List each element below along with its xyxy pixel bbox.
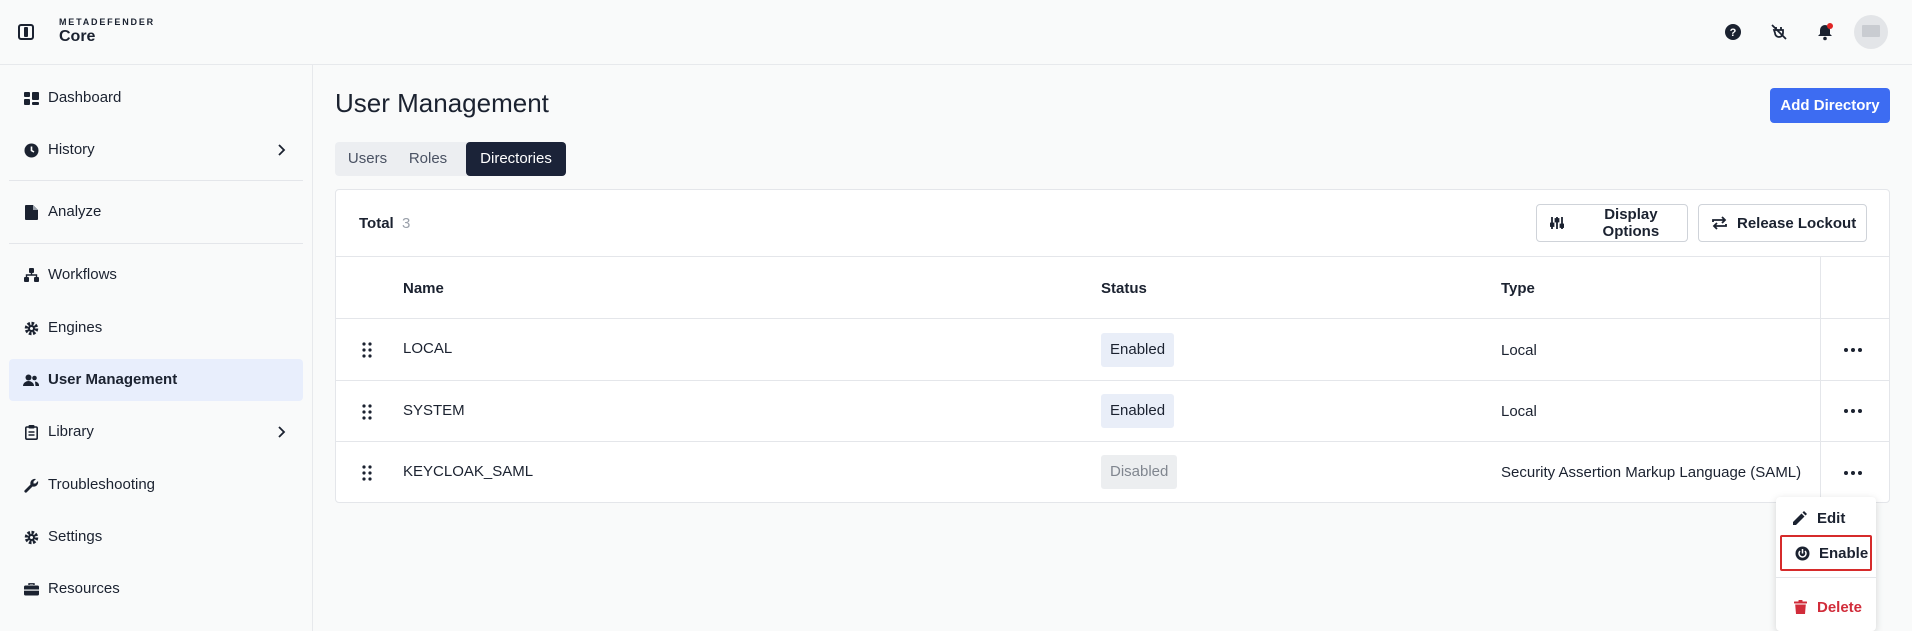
clock-icon [23, 142, 39, 158]
brand-label: METADEFENDER [59, 17, 155, 27]
sidebar-item-analyze[interactable]: Analyze [9, 191, 303, 233]
sidebar-item-label: Analyze [48, 203, 102, 220]
top-bar: METADEFENDER Core ? [0, 0, 1912, 65]
plug-off-icon[interactable] [1769, 22, 1789, 42]
release-lockout-label: Release Lockout [1737, 214, 1857, 232]
sidebar-item-label: User Management [48, 371, 178, 388]
sidebar: Dashboard History Analyze Workflows Engi… [0, 65, 313, 631]
column-header-name[interactable]: Name [403, 280, 444, 297]
sliders-icon [1549, 215, 1565, 231]
more-options-icon[interactable] [1842, 403, 1864, 419]
tab-bar: Users Roles Directories [335, 142, 566, 176]
users-icon [23, 372, 39, 388]
row-divider [336, 318, 1889, 319]
chevron-right-icon [273, 142, 289, 158]
edit-menu-item[interactable]: Edit [1780, 500, 1872, 536]
total-count: 3 [402, 215, 411, 232]
status-badge: Disabled [1101, 455, 1178, 489]
tab-directories[interactable]: Directories [466, 142, 566, 176]
sidebar-item-user-management[interactable]: User Management [9, 359, 303, 401]
brand-name: Core [59, 28, 96, 45]
sidebar-toggle-icon[interactable] [18, 24, 34, 40]
page-title: User Management [335, 88, 549, 118]
directory-name: SYSTEM [403, 402, 465, 419]
tab-roles[interactable]: Roles [400, 142, 456, 176]
wrench-icon [23, 477, 39, 493]
edit-label: Edit [1817, 509, 1846, 527]
help-icon[interactable]: ? [1723, 22, 1743, 42]
display-options-label: Display Options [1602, 206, 1660, 240]
sidebar-divider [9, 180, 303, 181]
column-header-status[interactable]: Status [1101, 280, 1147, 297]
trash-icon [1792, 599, 1808, 615]
directory-type: Local [1501, 403, 1537, 420]
directory-name: KEYCLOAK_SAML [403, 463, 534, 480]
status-badge: Enabled [1101, 333, 1175, 367]
row-divider [336, 256, 1889, 257]
sidebar-item-workflows[interactable]: Workflows [9, 254, 303, 296]
dashboard-icon [23, 90, 39, 106]
drag-handle-icon[interactable] [362, 342, 372, 358]
sidebar-item-label: Library [48, 423, 94, 440]
drag-handle-icon[interactable] [362, 404, 372, 420]
status-badge: Enabled [1101, 394, 1175, 428]
sidebar-item-label: Workflows [48, 266, 117, 283]
menu-divider [1776, 577, 1876, 578]
sidebar-item-history[interactable]: History [9, 129, 303, 171]
more-options-icon[interactable] [1842, 342, 1864, 358]
release-lockout-button[interactable]: Release Lockout [1698, 204, 1867, 242]
enable-menu-item[interactable]: Enable [1780, 535, 1872, 571]
directory-type: Security Assertion Markup Language (SAML… [1501, 464, 1802, 481]
display-options-button[interactable]: Display Options [1536, 204, 1688, 242]
total-label: Total [359, 215, 394, 232]
pencil-icon [1792, 510, 1808, 526]
directories-table-card: Total 3 Display Options Release Lockout … [335, 189, 1890, 503]
sidebar-item-dashboard[interactable]: Dashboard [9, 77, 303, 119]
toolbox-icon [23, 581, 39, 597]
directory-name: LOCAL [403, 340, 453, 357]
clipboard-icon [23, 424, 39, 440]
more-options-icon[interactable] [1842, 465, 1864, 481]
file-icon [23, 204, 39, 220]
enable-label: Enable [1819, 544, 1869, 562]
sidebar-divider [9, 243, 303, 244]
sidebar-item-settings[interactable]: Settings [9, 516, 303, 558]
tab-users[interactable]: Users [335, 142, 400, 176]
row-context-menu: Edit Enable Delete [1776, 497, 1876, 631]
column-header-type[interactable]: Type [1501, 280, 1535, 297]
sidebar-item-label: Resources [48, 580, 120, 597]
gear-icon [23, 320, 39, 336]
sidebar-item-label: Settings [48, 528, 103, 545]
sidebar-item-resources[interactable]: Resources [9, 568, 303, 610]
delete-label: Delete [1817, 598, 1863, 616]
chevron-right-icon [273, 424, 289, 440]
svg-text:?: ? [1730, 27, 1737, 39]
sidebar-item-label: History [48, 141, 95, 158]
cog-icon [23, 529, 39, 545]
sidebar-item-engines[interactable]: Engines [9, 307, 303, 349]
bell-icon[interactable] [1815, 22, 1835, 42]
sidebar-item-label: Dashboard [48, 89, 122, 106]
drag-handle-icon[interactable] [362, 465, 372, 481]
power-icon [1794, 545, 1810, 561]
sidebar-item-label: Troubleshooting [48, 476, 156, 493]
row-divider [336, 380, 1889, 381]
workflow-icon [23, 267, 39, 283]
sidebar-item-library[interactable]: Library [9, 411, 303, 453]
avatar[interactable] [1854, 15, 1888, 49]
sidebar-item-troubleshooting[interactable]: Troubleshooting [9, 464, 303, 506]
row-divider [336, 441, 1889, 442]
swap-icon [1711, 215, 1727, 231]
directory-type: Local [1501, 342, 1537, 359]
delete-menu-item[interactable]: Delete [1780, 589, 1872, 625]
sidebar-item-label: Engines [48, 319, 103, 336]
add-directory-button[interactable]: Add Directory [1770, 88, 1890, 123]
